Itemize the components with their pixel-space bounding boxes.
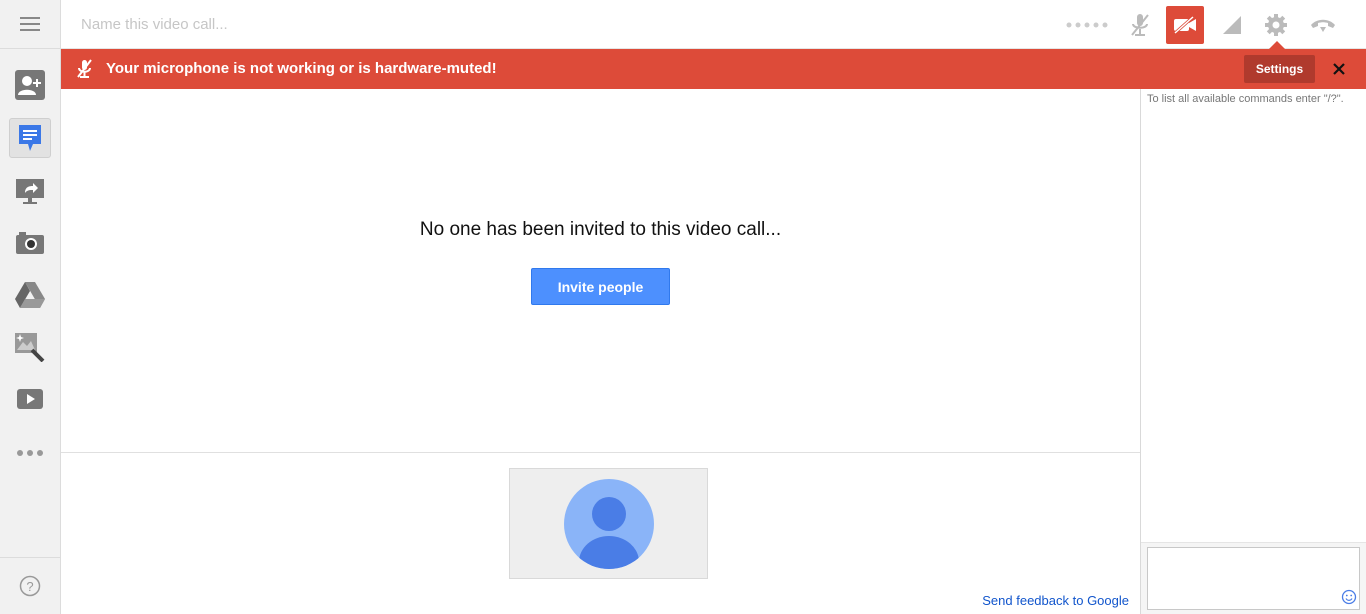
bandwidth-icon [1223, 16, 1241, 34]
top-bar [61, 0, 1366, 49]
settings-gear-icon [1265, 14, 1287, 36]
chat-input[interactable] [1147, 547, 1360, 610]
avatar-icon [563, 478, 654, 569]
mic-error-banner: Your microphone is not working or is har… [61, 49, 1366, 89]
hang-up-icon [1311, 19, 1335, 32]
banner-message: Your microphone is not working or is har… [106, 60, 497, 77]
chat-input-area [1141, 542, 1366, 614]
sidebar-item-youtube[interactable] [9, 379, 51, 419]
more-apps-icon [17, 450, 43, 456]
mic-muted-icon [77, 59, 92, 78]
sidebar-item-more[interactable] [9, 433, 51, 473]
hang-up-button[interactable] [1308, 6, 1338, 44]
menu-button[interactable] [0, 0, 60, 49]
help-icon[interactable]: ? [19, 575, 41, 597]
self-video-tile[interactable] [509, 468, 708, 579]
camera-off-icon [1174, 16, 1196, 34]
sidebar-item-invite[interactable] [9, 65, 51, 105]
bandwidth-button[interactable] [1221, 6, 1243, 44]
camera-toggle-button[interactable] [1166, 6, 1204, 44]
add-person-icon [15, 70, 45, 100]
signal-indicator [1065, 6, 1109, 44]
camera-icon [16, 232, 44, 254]
send-feedback-link[interactable]: Send feedback to Google [982, 593, 1129, 608]
help-label: ? [26, 579, 33, 594]
sidebar-item-capture[interactable] [9, 223, 51, 263]
google-drive-icon [15, 282, 45, 308]
sidebar-item-effects[interactable] [9, 327, 51, 367]
banner-close-button[interactable] [1329, 59, 1349, 79]
sidebar-item-drive[interactable] [9, 275, 51, 315]
mic-muted-icon [1131, 14, 1149, 36]
close-icon [1333, 63, 1345, 75]
settings-button[interactable] [1264, 6, 1288, 44]
banner-settings-button[interactable]: Settings [1244, 55, 1315, 83]
chat-icon [19, 125, 41, 151]
mute-mic-button[interactable] [1125, 6, 1155, 44]
sidebar-item-screenshare[interactable] [9, 171, 51, 211]
filmstrip-divider [61, 452, 1140, 453]
chat-panel: To list all available commands enter "/?… [1140, 89, 1366, 614]
effects-icon [15, 333, 45, 362]
call-name-input[interactable] [73, 10, 573, 38]
settings-pointer [1269, 41, 1285, 49]
sidebar-item-chat[interactable] [9, 118, 51, 158]
menu-icon [20, 17, 40, 31]
signal-dots-icon [1066, 22, 1108, 28]
screenshare-icon [16, 179, 44, 204]
invite-people-button[interactable]: Invite people [531, 268, 670, 305]
youtube-icon [17, 389, 43, 409]
empty-state-message: No one has been invited to this video ca… [419, 219, 782, 240]
emoji-icon[interactable] [1341, 589, 1357, 605]
main-stage: No one has been invited to this video ca… [61, 89, 1140, 614]
chat-hint: To list all available commands enter "/?… [1147, 93, 1344, 105]
help-area: ? [0, 557, 60, 614]
left-sidebar: ? [0, 0, 61, 614]
